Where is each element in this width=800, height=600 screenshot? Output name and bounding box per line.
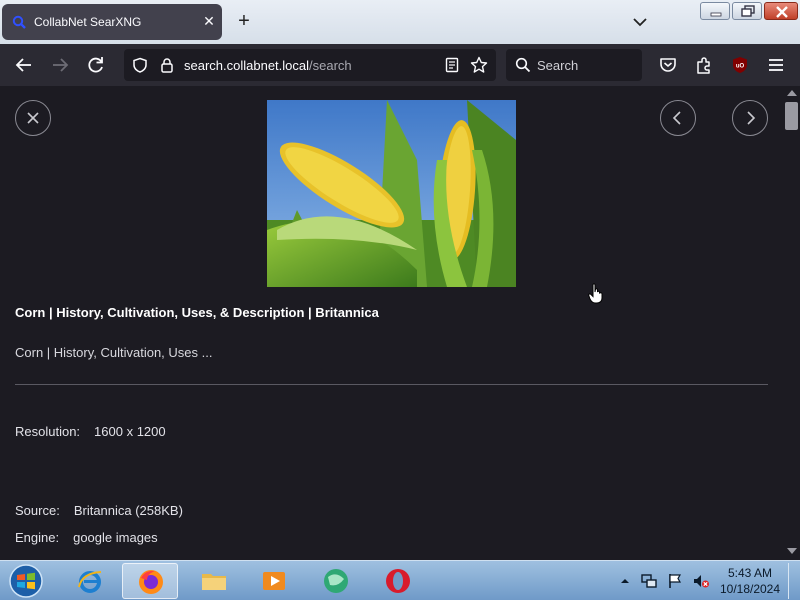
searxng-favicon-icon — [12, 15, 26, 29]
opera-icon — [386, 569, 410, 593]
close-window-icon — [776, 6, 788, 18]
engine-label: Engine: — [15, 530, 60, 545]
previous-result-button[interactable] — [660, 100, 696, 136]
list-all-tabs-icon[interactable] — [630, 12, 650, 32]
restore-icon — [741, 5, 755, 17]
folder-icon — [202, 574, 226, 590]
resolution-value: 1600 x 1200 — [94, 424, 166, 439]
clock-date: 10/18/2024 — [719, 582, 781, 596]
tab-close-icon[interactable]: ✕ — [200, 12, 218, 30]
url-host: search.collabnet.local — [184, 58, 310, 73]
tab-title: CollabNet SearXNG — [34, 15, 142, 29]
engine-row: Engine: google images — [15, 530, 158, 545]
result-snippet: Corn | History, Cultivation, Uses ... — [15, 345, 213, 360]
scrollbar-thumb[interactable] — [785, 102, 798, 130]
navigation-toolbar: search.collabnet.local/search Search uO — [0, 44, 800, 86]
restore-button[interactable] — [732, 2, 762, 20]
lock-icon[interactable] — [160, 57, 174, 73]
windows-taskbar: 5:43 AM 10/18/2024 — [0, 560, 800, 600]
result-title[interactable]: Corn | History, Cultivation, Uses, & Des… — [15, 305, 379, 320]
url-text: search.collabnet.local/search — [184, 58, 352, 73]
new-tab-button[interactable]: + — [232, 10, 256, 34]
url-path: /search — [309, 58, 352, 73]
resolution-label: Resolution: — [15, 424, 81, 439]
search-icon — [515, 57, 531, 73]
chevron-left-icon — [672, 111, 681, 125]
scroll-down-arrow-icon[interactable] — [787, 548, 797, 554]
shield-icon[interactable] — [132, 57, 148, 73]
forward-icon[interactable] — [50, 55, 70, 75]
divider — [15, 384, 768, 385]
extensions-icon[interactable] — [694, 55, 714, 75]
action-center-flag-icon[interactable] — [666, 572, 684, 590]
search-placeholder: Search — [537, 58, 579, 73]
ublock-origin-icon[interactable]: uO — [730, 55, 750, 75]
start-button-icon[interactable] — [6, 563, 46, 599]
minimize-button[interactable] — [700, 2, 730, 20]
close-detail-button[interactable] — [15, 100, 51, 136]
result-image[interactable] — [267, 100, 516, 287]
globe-app-icon — [324, 569, 348, 593]
source-row: Source: Britannica (258KB) — [15, 503, 183, 518]
tab-strip: CollabNet SearXNG ✕ + — [0, 0, 800, 44]
svg-text:uO: uO — [736, 64, 745, 70]
system-clock[interactable]: 5:43 AM 10/18/2024 — [716, 565, 784, 597]
taskbar-opera[interactable] — [370, 563, 426, 599]
reload-icon[interactable] — [86, 55, 106, 75]
firefox-icon — [139, 570, 163, 594]
next-result-button[interactable] — [732, 100, 768, 136]
close-window-button[interactable] — [764, 2, 798, 20]
source-value: Britannica (258KB) — [73, 503, 183, 518]
address-bar[interactable]: search.collabnet.local/search — [124, 49, 496, 81]
menu-hamburger-icon[interactable] — [766, 55, 786, 75]
hand-pointer-cursor-icon — [588, 283, 603, 304]
resolution-row: Resolution: 1600 x 1200 — [15, 424, 166, 439]
clock-time: 5:43 AM — [727, 566, 773, 580]
media-player-icon — [263, 572, 285, 590]
scroll-up-arrow-icon[interactable] — [787, 90, 797, 96]
source-label: Source: — [15, 503, 60, 518]
taskbar-firefox[interactable] — [122, 563, 178, 599]
network-icon[interactable] — [640, 572, 658, 590]
search-bar[interactable]: Search — [506, 49, 642, 81]
internet-explorer-icon — [78, 571, 102, 593]
minimize-icon — [710, 12, 722, 17]
window-controls — [700, 2, 798, 22]
engine-value: google images — [73, 530, 158, 545]
show-desktop-button[interactable] — [788, 563, 798, 599]
bookmark-star-icon[interactable] — [470, 56, 488, 74]
system-tray — [620, 571, 720, 591]
close-icon — [27, 112, 39, 124]
show-hidden-icons-icon[interactable] — [620, 576, 630, 586]
browser-tab[interactable]: CollabNet SearXNG ✕ — [2, 4, 222, 40]
taskbar-media-player[interactable] — [246, 563, 302, 599]
volume-muted-icon[interactable] — [692, 572, 710, 590]
page-scrollbar[interactable] — [783, 86, 800, 560]
image-detail-panel: Corn | History, Cultivation, Uses, & Des… — [0, 86, 783, 560]
reader-view-icon[interactable] — [444, 57, 460, 73]
pocket-icon[interactable] — [658, 55, 678, 75]
taskbar-app-globe[interactable] — [308, 563, 364, 599]
taskbar-internet-explorer[interactable] — [62, 563, 118, 599]
chevron-right-icon — [747, 111, 756, 125]
back-icon[interactable] — [14, 55, 34, 75]
taskbar-file-explorer[interactable] — [186, 563, 242, 599]
